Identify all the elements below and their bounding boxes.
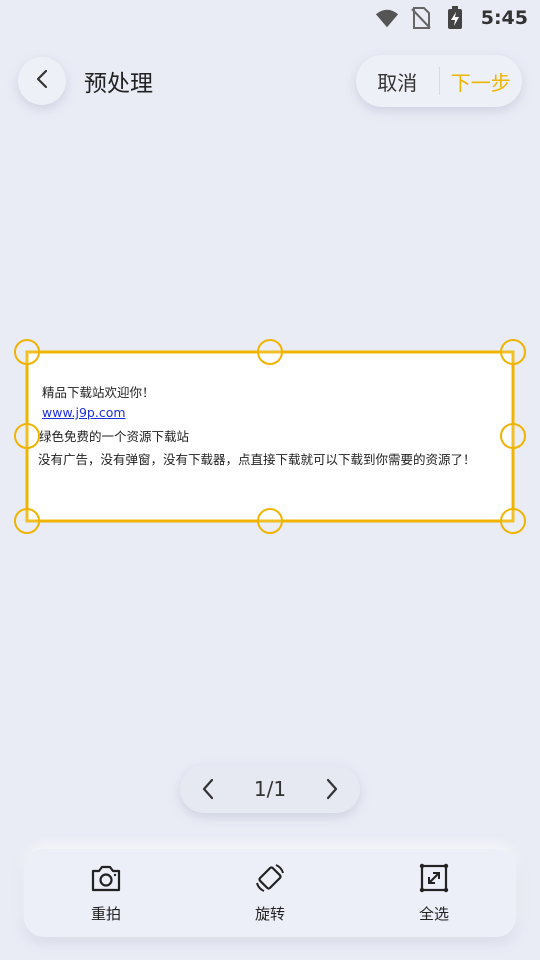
- chevron-right-icon: [326, 778, 338, 800]
- wifi-icon: [375, 6, 399, 30]
- next-step-button[interactable]: 下一步: [440, 67, 523, 96]
- no-sim-icon: [409, 6, 433, 30]
- crop-handle-top-left[interactable]: [14, 339, 40, 365]
- select-all-label: 全选: [418, 905, 449, 923]
- crop-handle-left[interactable]: [14, 423, 40, 449]
- camera-icon: [90, 863, 122, 897]
- crop-handle-bottom-left[interactable]: [14, 508, 40, 534]
- cancel-button[interactable]: 取消: [356, 67, 439, 96]
- doc-line-3: 绿色免费的一个资源下载站: [39, 429, 190, 444]
- battery-charging-icon: [443, 6, 467, 30]
- bottom-toolbar: 重拍 旋转 全选: [24, 849, 516, 937]
- crop-handle-bottom[interactable]: [257, 508, 283, 534]
- status-time: 5:45: [480, 7, 528, 29]
- chevron-left-icon: [202, 778, 214, 800]
- status-bar: 5:45: [0, 0, 540, 36]
- back-button[interactable]: [18, 57, 66, 105]
- page-indicator: 1/1: [253, 777, 287, 801]
- rotate-icon: [254, 863, 286, 897]
- crop-handle-bottom-right[interactable]: [500, 508, 526, 534]
- crop-handle-right[interactable]: [500, 423, 526, 449]
- chevron-left-icon: [35, 69, 49, 93]
- doc-link[interactable]: www.j9p.com: [42, 405, 126, 420]
- expand-icon: [419, 863, 449, 897]
- next-page-button[interactable]: [320, 777, 344, 801]
- crop-handle-top-right[interactable]: [500, 339, 526, 365]
- doc-line-1: 精品下载站欢迎你！: [42, 385, 155, 400]
- document-preview: 精品下载站欢迎你！ www.j9p.com 绿色免费的一个资源下载站 没有广告，…: [27, 352, 513, 521]
- rotate-label: 旋转: [254, 905, 285, 923]
- select-all-button[interactable]: 全选: [394, 863, 474, 924]
- page-navigator: 1/1: [180, 765, 360, 813]
- retake-button[interactable]: 重拍: [66, 863, 146, 924]
- page-title: 预处理: [84, 71, 153, 97]
- prev-page-button[interactable]: [196, 777, 220, 801]
- crop-handle-top[interactable]: [257, 339, 283, 365]
- rotate-button[interactable]: 旋转: [230, 863, 310, 924]
- header-actions: 取消 下一步: [356, 55, 522, 107]
- retake-label: 重拍: [90, 905, 121, 923]
- doc-line-4: 没有广告，没有弹窗，没有下载器，点直接下载就可以下载到你需要的资源了！: [38, 452, 476, 467]
